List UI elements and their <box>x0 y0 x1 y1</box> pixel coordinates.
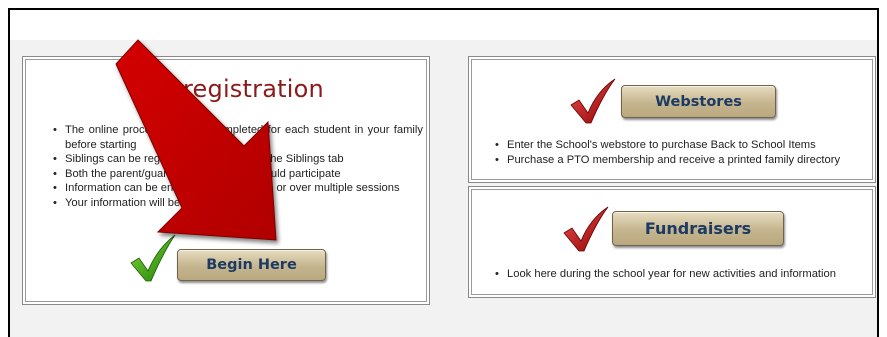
list-item: Enter the School's webstore to purchase … <box>493 138 873 153</box>
fundraisers-bullet-list: Look here during the school year for new… <box>493 267 873 282</box>
webstores-button[interactable]: Webstores <box>621 85 776 118</box>
red-checkmark-icon <box>563 206 609 252</box>
fundraisers-panel: Fundraisers Look here during the school … <box>468 186 876 298</box>
webstores-panel: Webstores Enter the School's webstore to… <box>468 56 876 183</box>
red-checkmark-icon <box>570 78 616 124</box>
list-item: Purchase a PTO membership and receive a … <box>493 153 873 168</box>
list-item: Look here during the school year for new… <box>493 267 873 282</box>
fundraisers-button[interactable]: Fundraisers <box>612 211 784 246</box>
arrow-annotation-icon <box>115 39 277 241</box>
webstores-bullet-list: Enter the School's webstore to purchase … <box>493 138 873 167</box>
